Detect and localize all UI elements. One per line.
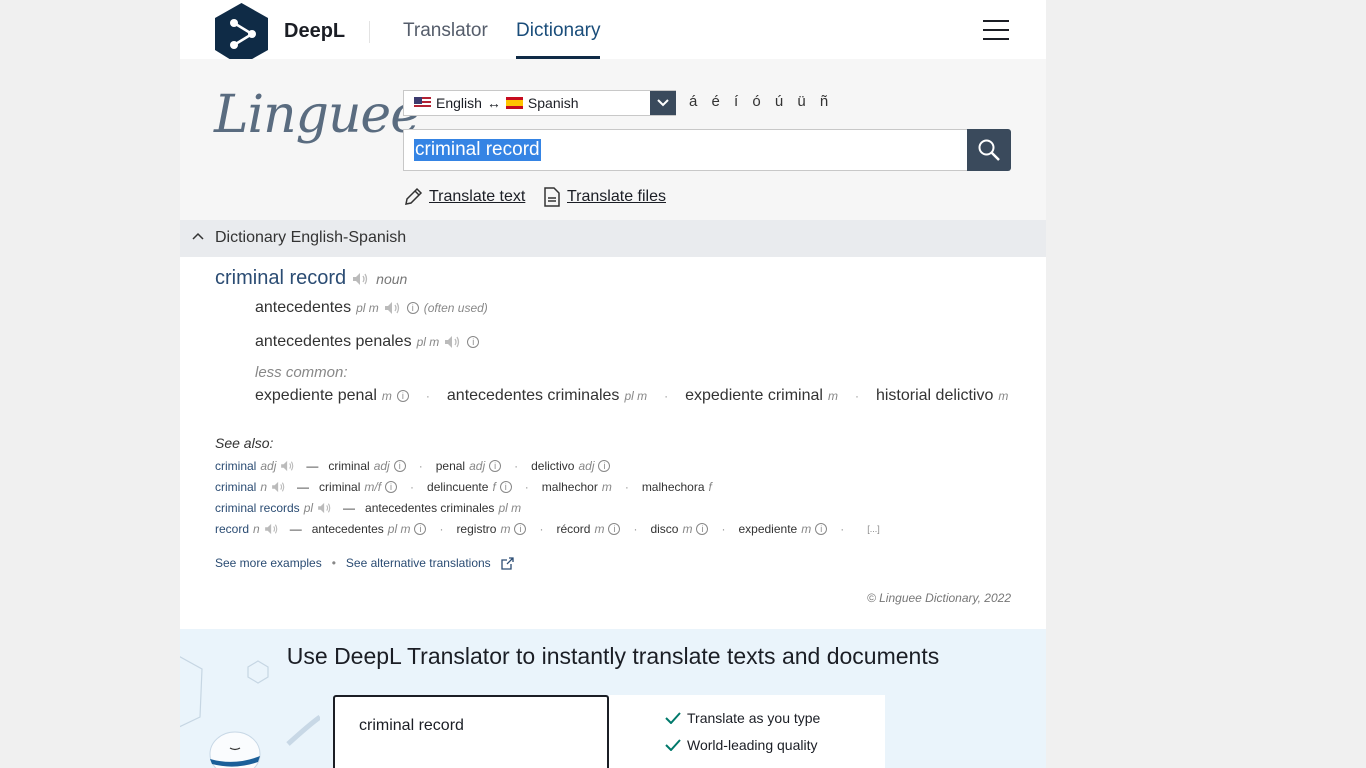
header-divider — [369, 21, 370, 43]
less-common-item[interactable]: expediente criminal — [685, 387, 823, 405]
special-characters[interactable]: á é í ó ú ü ñ — [689, 93, 833, 110]
info-icon[interactable]: i — [385, 481, 398, 493]
info-icon[interactable]: i — [414, 523, 427, 535]
hamburger-menu-icon[interactable] — [983, 20, 1009, 40]
language-pair-select[interactable]: English ↔ Spanish — [403, 90, 676, 116]
linguee-search-area: Linguee English ↔ Spanish á é í ó ú ü ñ … — [180, 59, 1046, 220]
translate-files-link[interactable]: Translate files — [543, 187, 666, 207]
info-icon[interactable]: i — [608, 523, 621, 535]
info-icon[interactable]: i — [696, 523, 709, 535]
headword-pos: noun — [376, 270, 408, 287]
info-icon[interactable]: i — [467, 336, 480, 348]
less-common-list: expediente penal m i · antecedentes crim… — [255, 387, 1009, 405]
dictionary-title: Dictionary English-Spanish — [215, 229, 407, 246]
external-link-icon[interactable] — [501, 556, 514, 570]
chevron-down-icon[interactable] — [650, 91, 676, 115]
translation-item: antecedentes penales pl m i — [255, 333, 480, 351]
tab-dictionary[interactable]: Dictionary — [516, 20, 601, 59]
search-query: criminal record — [414, 139, 541, 161]
see-also-label: See also: — [215, 435, 274, 451]
speaker-icon[interactable] — [444, 335, 462, 349]
feature-item: World-leading quality — [665, 737, 817, 753]
headword: criminal record noun — [215, 267, 407, 290]
linguee-logo[interactable]: Linguee — [214, 85, 421, 145]
swap-arrow-icon: ↔ — [486, 95, 501, 111]
see-also-row: criminal adj — criminal adj i · penal ad… — [215, 459, 611, 473]
info-icon[interactable]: i — [406, 302, 419, 314]
less-common-item[interactable]: historial delictivo — [876, 387, 993, 405]
promo-input-box[interactable]: criminal record — [333, 695, 609, 768]
less-common-label: less common: — [255, 364, 348, 381]
info-icon[interactable]: i — [393, 460, 406, 472]
chevron-up-icon — [192, 232, 204, 240]
checkmark-icon — [665, 739, 681, 751]
see-alternative-translations-link[interactable]: See alternative translations — [346, 556, 491, 570]
deepl-logo-icon[interactable] — [215, 3, 268, 67]
speaker-icon[interactable] — [317, 502, 333, 514]
document-icon — [544, 187, 560, 207]
more-ellipsis[interactable]: [...] — [867, 524, 880, 534]
pencil-icon — [405, 187, 423, 205]
see-also-row: record n — antecedentes pl m i · registr… — [215, 522, 880, 536]
speaker-icon[interactable] — [271, 481, 287, 493]
lang-from: English — [436, 95, 482, 111]
speaker-icon[interactable] — [280, 460, 296, 472]
dictionary-section-header[interactable]: Dictionary English-Spanish — [180, 220, 1046, 257]
search-icon — [978, 139, 1000, 161]
deepl-promo-banner: Use DeepL Translator to instantly transl… — [180, 629, 1046, 768]
copyright: © Linguee Dictionary, 2022 — [866, 591, 1011, 605]
checkmark-icon — [665, 712, 681, 724]
info-icon[interactable]: i — [489, 460, 502, 472]
speaker-icon[interactable] — [384, 301, 402, 315]
tab-translator[interactable]: Translator — [403, 20, 488, 59]
search-input[interactable]: criminal record — [403, 129, 968, 171]
translate-text-link[interactable]: Translate text — [403, 187, 525, 207]
speaker-icon[interactable] — [352, 272, 370, 286]
mascot-robot-icon — [209, 714, 320, 768]
translation-item: antecedentes pl m i (often used) — [255, 299, 488, 316]
promo-features: Translate as you type World-leading qual… — [609, 695, 885, 768]
see-also-row: criminal n — criminal m/f i · delincuent… — [215, 480, 712, 494]
spain-flag-icon — [505, 97, 523, 109]
info-icon[interactable]: i — [598, 460, 611, 472]
info-icon[interactable]: i — [396, 390, 409, 402]
search-button[interactable] — [967, 129, 1011, 171]
promo-title: Use DeepL Translator to instantly transl… — [286, 643, 940, 669]
brand-name[interactable]: DeepL — [284, 20, 345, 43]
less-common-item[interactable]: antecedentes criminales — [447, 387, 620, 405]
promo-input-text: criminal record — [359, 717, 464, 734]
page: DeepL Translator Dictionary Linguee Engl… — [180, 0, 1046, 768]
info-icon[interactable]: i — [499, 481, 512, 493]
info-icon[interactable]: i — [514, 523, 527, 535]
usage-note: (often used) — [423, 301, 488, 315]
feature-item: Translate as you type — [665, 710, 820, 726]
speaker-icon[interactable] — [264, 523, 280, 535]
lang-to: Spanish — [527, 95, 579, 111]
top-header: DeepL Translator Dictionary — [180, 0, 1046, 67]
more-links: See more examples • See alternative tran… — [215, 556, 514, 570]
us-flag-icon — [414, 97, 431, 109]
headword-text[interactable]: criminal record — [215, 267, 346, 290]
see-also-row: criminal records pl — antecedentes crimi… — [215, 501, 522, 515]
info-icon[interactable]: i — [815, 523, 828, 535]
see-more-examples-link[interactable]: See more examples — [215, 556, 322, 570]
less-common-item[interactable]: expediente penal — [255, 387, 377, 405]
